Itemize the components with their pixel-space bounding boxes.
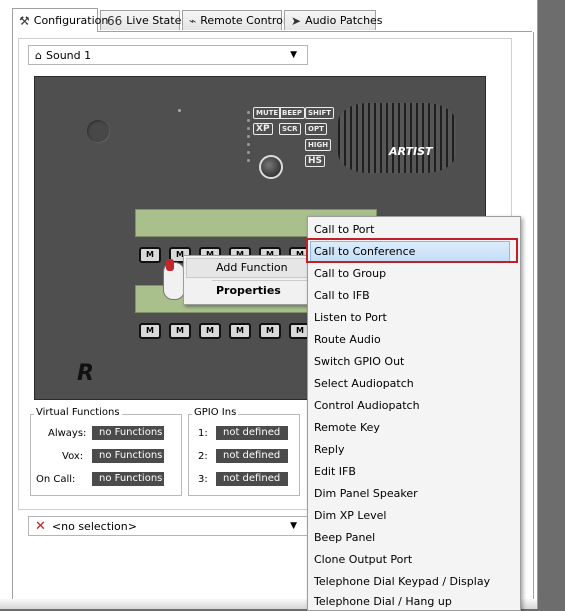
properties-item[interactable]: Properties <box>216 284 281 297</box>
m-key[interactable]: M <box>139 247 161 263</box>
gpio-1-label: 1: <box>198 428 208 439</box>
led <box>247 111 250 114</box>
sound-select[interactable]: ⌂ Sound 1 ▼ <box>28 45 308 65</box>
m-key[interactable]: M <box>139 323 161 339</box>
highlight-frame <box>306 238 518 263</box>
opt-key[interactable]: OPT <box>305 123 327 135</box>
led <box>247 159 250 162</box>
gpio-ins-title: GPIO Ins <box>192 407 239 418</box>
tab-remote-control[interactable]: ⌁ Remote Control <box>182 10 286 30</box>
led <box>247 143 250 146</box>
patch-icon: ➤ <box>291 13 302 28</box>
led <box>247 151 250 154</box>
submenu-item-dim-xp-level[interactable]: Dim XP Level <box>314 509 386 522</box>
artist-brand: ARTIST <box>389 145 433 158</box>
gpio-1-value[interactable]: not defined <box>216 426 288 440</box>
menu-separator <box>212 280 308 281</box>
tab-audio-patches[interactable]: ➤ Audio Patches <box>284 10 383 30</box>
high-key[interactable]: HIGH <box>305 139 332 151</box>
submenu-item-telephone-dial-hang-up[interactable]: Telephone Dial / Hang up <box>314 595 452 608</box>
shift-key[interactable]: SHIFT <box>305 107 335 119</box>
speaker-grille <box>338 103 456 173</box>
submenu-item-telephone-dial-keypad[interactable]: Telephone Dial Keypad / Display <box>314 575 490 588</box>
submenu-item-call-to-port[interactable]: Call to Port <box>314 223 374 236</box>
glasses-icon: 66 <box>107 13 123 28</box>
virtual-functions-title: Virtual Functions <box>34 407 122 418</box>
on-call-value[interactable]: no Functions <box>92 472 164 486</box>
m-key[interactable]: M <box>229 323 251 339</box>
gpio-2-value[interactable]: not defined <box>216 449 288 463</box>
mute-key[interactable]: MUTE <box>253 107 282 119</box>
selection-select[interactable]: ✕ <no selection> ▼ <box>28 516 308 536</box>
submenu-item-beep-panel[interactable]: Beep Panel <box>314 531 375 544</box>
gpio-3-value[interactable]: not defined <box>216 472 288 486</box>
close-icon: ✕ <box>35 518 46 534</box>
chevron-down-icon: ▼ <box>290 521 297 531</box>
knob-hole <box>87 120 109 142</box>
tools-icon: ⚒ <box>19 13 30 28</box>
submenu-item-remote-key[interactable]: Remote Key <box>314 421 380 434</box>
submenu-item-clone-output-port[interactable]: Clone Output Port <box>314 553 412 566</box>
on-call-label: On Call: <box>36 474 76 485</box>
volume-knob[interactable] <box>259 155 283 179</box>
submenu-item-switch-gpio-out[interactable]: Switch GPIO Out <box>314 355 404 368</box>
tab-bar: ⚒ Configuration 66 Live State ⌁ Remote C… <box>12 8 532 32</box>
add-function-submenu: Call to Port Call to Conference Call to … <box>307 216 521 611</box>
always-value[interactable]: no Functions <box>92 426 164 440</box>
vox-value[interactable]: no Functions <box>92 449 164 463</box>
submenu-item-reply[interactable]: Reply <box>314 443 344 456</box>
mouse-button-icon <box>166 259 174 271</box>
hs-key[interactable]: HS <box>305 155 326 167</box>
riedel-logo: R <box>77 361 94 386</box>
submenu-item-select-audiopatch[interactable]: Select Audiopatch <box>314 377 414 390</box>
gpio-2-label: 2: <box>198 451 208 462</box>
xp-key[interactable]: XP <box>253 123 273 135</box>
led <box>247 127 250 130</box>
beep-key[interactable]: BEEP <box>279 107 306 119</box>
submenu-item-route-audio[interactable]: Route Audio <box>314 333 381 346</box>
chevron-down-icon: ▼ <box>290 50 297 60</box>
context-menu: Add Function Properties <box>183 255 313 305</box>
tab-live-state[interactable]: 66 Live State <box>100 10 181 30</box>
submenu-item-dim-panel-speaker[interactable]: Dim Panel Speaker <box>314 487 418 500</box>
vox-label: Vox: <box>62 451 84 462</box>
m-key[interactable]: M <box>199 323 221 339</box>
gpio-3-label: 3: <box>198 474 208 485</box>
submenu-item-call-to-ifb[interactable]: Call to IFB <box>314 289 370 302</box>
submenu-item-listen-to-port[interactable]: Listen to Port <box>314 311 387 324</box>
submenu-item-control-audiopatch[interactable]: Control Audiopatch <box>314 399 420 412</box>
m-key[interactable]: M <box>259 323 281 339</box>
panel-icon: ⌂ <box>35 48 42 62</box>
submenu-item-call-to-group[interactable]: Call to Group <box>314 267 386 280</box>
submenu-item-edit-ifb[interactable]: Edit IFB <box>314 465 356 478</box>
tab-configuration[interactable]: ⚒ Configuration <box>12 8 108 32</box>
remote-icon: ⌁ <box>189 13 197 28</box>
m-key[interactable]: M <box>169 323 191 339</box>
led <box>247 135 250 138</box>
scr-key[interactable]: SCR <box>279 123 301 135</box>
add-function-item[interactable]: Add Function <box>216 261 288 274</box>
always-label: Always: <box>48 428 87 439</box>
indicator-dot <box>178 109 181 112</box>
led <box>247 119 250 122</box>
